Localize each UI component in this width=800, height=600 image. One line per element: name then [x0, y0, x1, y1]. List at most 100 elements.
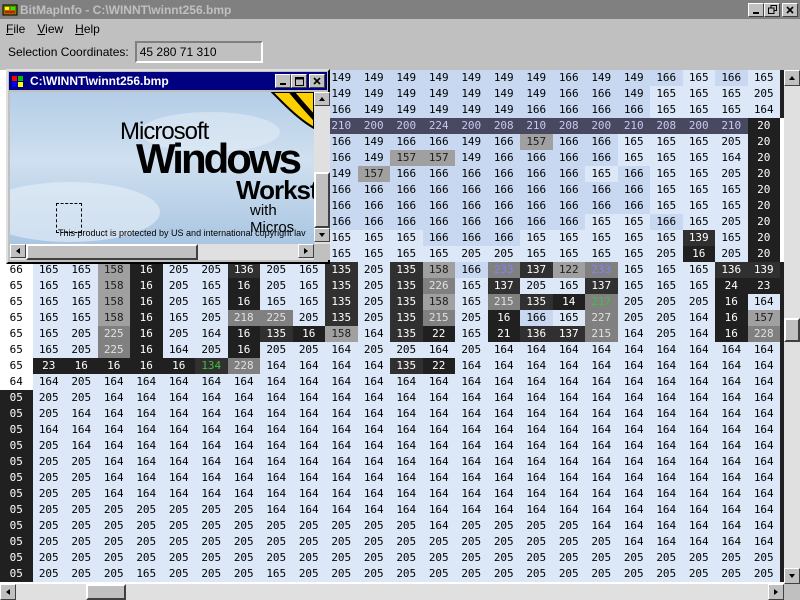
grid-cell[interactable]: 164: [390, 486, 423, 502]
grid-cell[interactable]: 164: [650, 486, 683, 502]
grid-cell[interactable]: 205: [617, 550, 650, 566]
grid-cell[interactable]: 164: [260, 454, 293, 470]
scroll-down-button[interactable]: [784, 568, 800, 584]
grid-cell[interactable]: 149: [390, 86, 423, 102]
grid-cell[interactable]: 164: [357, 438, 390, 454]
grid-cell[interactable]: 166: [422, 166, 455, 182]
grid-cell[interactable]: 164: [97, 390, 130, 406]
grid-cell[interactable]: 135: [325, 310, 358, 326]
grid-cell[interactable]: 166: [390, 166, 423, 182]
grid-cell[interactable]: 208: [487, 118, 520, 134]
grid-cell[interactable]: 164: [552, 438, 585, 454]
grid-cell[interactable]: 164: [552, 486, 585, 502]
grid-cell[interactable]: 164: [682, 486, 715, 502]
grid-cell[interactable]: 165: [682, 86, 715, 102]
grid-cell[interactable]: 165: [455, 278, 488, 294]
grid-cell[interactable]: 165: [65, 310, 98, 326]
grid-cell[interactable]: 166: [650, 214, 683, 230]
grid-cell[interactable]: 158: [97, 310, 130, 326]
grid-cell[interactable]: 164: [617, 390, 650, 406]
grid-cell[interactable]: 210: [715, 118, 748, 134]
grid-cell[interactable]: 164: [650, 518, 683, 534]
grid-cell[interactable]: 205: [32, 390, 65, 406]
grid-cell[interactable]: 205: [390, 566, 423, 582]
grid-cell[interactable]: 164: [617, 518, 650, 534]
grid-cell[interactable]: 164: [227, 438, 260, 454]
grid-cell[interactable]: 164: [487, 358, 520, 374]
preview-horizontal-scrollbar[interactable]: [10, 244, 314, 260]
grid-cell[interactable]: 165: [682, 134, 715, 150]
grid-cell[interactable]: 205: [487, 566, 520, 582]
grid-cell[interactable]: 205: [65, 502, 98, 518]
grid-cell[interactable]: 165: [617, 262, 650, 278]
grid-cell[interactable]: 205: [65, 550, 98, 566]
grid-cell[interactable]: 164: [455, 406, 488, 422]
grid-cell[interactable]: 164: [162, 406, 195, 422]
grid-cell[interactable]: 164: [325, 502, 358, 518]
grid-cell[interactable]: 164: [227, 422, 260, 438]
grid-cell[interactable]: 164: [585, 342, 618, 358]
grid-cell[interactable]: 16: [715, 326, 748, 342]
grid-cell[interactable]: 164: [455, 374, 488, 390]
grid-cell[interactable]: 16: [487, 310, 520, 326]
grid-cell[interactable]: 164: [325, 342, 358, 358]
grid-cell[interactable]: 215: [487, 294, 520, 310]
grid-cell[interactable]: 165: [520, 246, 553, 262]
grid-cell[interactable]: 164: [585, 502, 618, 518]
grid-cell[interactable]: 164: [357, 374, 390, 390]
restore-button[interactable]: [764, 2, 780, 17]
grid-cell[interactable]: 164: [195, 454, 228, 470]
grid-cell[interactable]: 164: [32, 422, 65, 438]
grid-cell[interactable]: 164: [325, 454, 358, 470]
grid-cell[interactable]: 205: [455, 246, 488, 262]
grid-cell[interactable]: 164: [650, 422, 683, 438]
grid-cell[interactable]: 205: [650, 326, 683, 342]
grid-cell[interactable]: 166: [552, 70, 585, 86]
preview-vertical-thumb[interactable]: [314, 172, 330, 228]
grid-cell[interactable]: 164: [747, 374, 780, 390]
grid-cell[interactable]: 164: [162, 438, 195, 454]
grid-cell[interactable]: 149: [585, 70, 618, 86]
grid-cell[interactable]: 166: [487, 150, 520, 166]
grid-cell[interactable]: 166: [357, 198, 390, 214]
grid-cell[interactable]: 166: [552, 86, 585, 102]
grid-cell[interactable]: 205: [227, 550, 260, 566]
grid-cell[interactable]: 205: [422, 566, 455, 582]
app-icon[interactable]: [2, 2, 18, 18]
grid-cell[interactable]: 166: [520, 182, 553, 198]
preview-client-area[interactable]: Microsoft Windows Workst with Micros Thi…: [10, 92, 314, 310]
grid-cell[interactable]: 149: [357, 150, 390, 166]
grid-cell[interactable]: 164: [65, 406, 98, 422]
grid-cell[interactable]: 205: [32, 406, 65, 422]
grid-cell[interactable]: 205: [227, 502, 260, 518]
grid-cell[interactable]: 205: [130, 534, 163, 550]
scroll-up-button[interactable]: [784, 70, 800, 86]
grid-cell[interactable]: 205: [325, 550, 358, 566]
grid-cell[interactable]: 164: [162, 374, 195, 390]
grid-cell[interactable]: 164: [357, 486, 390, 502]
grid-cell[interactable]: 205: [487, 246, 520, 262]
grid-cell[interactable]: 05: [0, 438, 33, 454]
grid-cell[interactable]: 165: [260, 566, 293, 582]
grid-cell[interactable]: 164: [390, 438, 423, 454]
grid-cell[interactable]: 166: [617, 102, 650, 118]
grid-cell[interactable]: 166: [455, 230, 488, 246]
grid-cell[interactable]: 164: [715, 470, 748, 486]
grid-cell[interactable]: 205: [65, 326, 98, 342]
grid-cell[interactable]: 205: [357, 550, 390, 566]
grid-cell[interactable]: 166: [520, 102, 553, 118]
grid-cell[interactable]: 166: [487, 182, 520, 198]
grid-cell[interactable]: 205: [32, 518, 65, 534]
grid-cell[interactable]: 205: [32, 454, 65, 470]
grid-cell[interactable]: 65: [0, 326, 33, 342]
preview-scroll-down-button[interactable]: [314, 228, 330, 242]
grid-cell[interactable]: 205: [455, 534, 488, 550]
grid-cell[interactable]: 164: [130, 374, 163, 390]
grid-cell[interactable]: 165: [682, 70, 715, 86]
grid-cell[interactable]: 166: [357, 214, 390, 230]
grid-cell[interactable]: 205: [520, 566, 553, 582]
grid-cell[interactable]: 165: [650, 86, 683, 102]
grid-cell[interactable]: 164: [487, 342, 520, 358]
grid-cell[interactable]: 165: [585, 230, 618, 246]
grid-cell[interactable]: 166: [357, 182, 390, 198]
